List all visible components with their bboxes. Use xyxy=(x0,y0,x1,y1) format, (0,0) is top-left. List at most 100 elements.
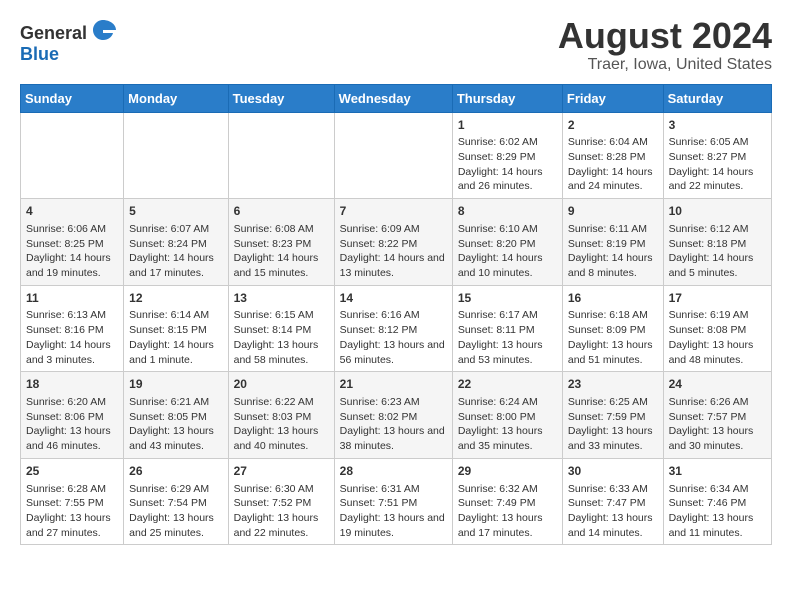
title-block: August 2024 Traer, Iowa, United States xyxy=(558,16,772,74)
day-info-line: Sunset: 7:47 PM xyxy=(568,496,658,511)
day-info-line: Daylight: 14 hours and 13 minutes. xyxy=(340,251,447,280)
day-info-line: Daylight: 13 hours and 51 minutes. xyxy=(568,338,658,367)
logo-icon xyxy=(89,16,117,49)
calendar-cell: 4Sunrise: 6:06 AMSunset: 8:25 PMDaylight… xyxy=(21,199,124,286)
day-info-line: Daylight: 13 hours and 58 minutes. xyxy=(234,338,329,367)
day-info-line: Sunrise: 6:07 AM xyxy=(129,222,222,237)
day-info-line: Sunset: 8:11 PM xyxy=(458,323,557,338)
day-info-line: Sunrise: 6:16 AM xyxy=(340,308,447,323)
day-info-line: Sunrise: 6:34 AM xyxy=(669,482,766,497)
day-info-line: Sunrise: 6:04 AM xyxy=(568,135,658,150)
day-info-line: Sunset: 8:05 PM xyxy=(129,410,222,425)
day-info-line: Daylight: 13 hours and 43 minutes. xyxy=(129,424,222,453)
calendar-cell: 29Sunrise: 6:32 AMSunset: 7:49 PMDayligh… xyxy=(452,458,562,545)
day-info-line: Sunrise: 6:21 AM xyxy=(129,395,222,410)
day-number: 15 xyxy=(458,290,557,307)
day-number: 18 xyxy=(26,376,118,393)
calendar-cell: 28Sunrise: 6:31 AMSunset: 7:51 PMDayligh… xyxy=(334,458,452,545)
day-info-line: Sunrise: 6:10 AM xyxy=(458,222,557,237)
day-number: 5 xyxy=(129,203,222,220)
day-number: 8 xyxy=(458,203,557,220)
day-info-line: Sunset: 8:19 PM xyxy=(568,237,658,252)
day-info-line: Sunset: 8:03 PM xyxy=(234,410,329,425)
day-info-line: Daylight: 14 hours and 8 minutes. xyxy=(568,251,658,280)
day-info-line: Sunrise: 6:02 AM xyxy=(458,135,557,150)
day-info-line: Daylight: 13 hours and 22 minutes. xyxy=(234,511,329,540)
day-number: 4 xyxy=(26,203,118,220)
calendar-cell xyxy=(228,112,334,199)
day-info-line: Sunset: 8:29 PM xyxy=(458,150,557,165)
day-number: 26 xyxy=(129,463,222,480)
logo-text-general: General xyxy=(20,24,87,42)
calendar-cell: 16Sunrise: 6:18 AMSunset: 8:09 PMDayligh… xyxy=(562,285,663,372)
day-info-line: Sunset: 8:12 PM xyxy=(340,323,447,338)
day-info-line: Daylight: 14 hours and 15 minutes. xyxy=(234,251,329,280)
day-info-line: Sunrise: 6:28 AM xyxy=(26,482,118,497)
day-info-line: Sunrise: 6:33 AM xyxy=(568,482,658,497)
day-number: 3 xyxy=(669,117,766,134)
day-info-line: Sunrise: 6:15 AM xyxy=(234,308,329,323)
calendar-cell: 3Sunrise: 6:05 AMSunset: 8:27 PMDaylight… xyxy=(663,112,771,199)
day-info-line: Sunset: 8:24 PM xyxy=(129,237,222,252)
calendar-cell: 18Sunrise: 6:20 AMSunset: 8:06 PMDayligh… xyxy=(21,372,124,459)
day-info-line: Sunset: 8:25 PM xyxy=(26,237,118,252)
calendar-body: 1Sunrise: 6:02 AMSunset: 8:29 PMDaylight… xyxy=(21,112,772,545)
calendar-week-3: 11Sunrise: 6:13 AMSunset: 8:16 PMDayligh… xyxy=(21,285,772,372)
calendar-cell xyxy=(21,112,124,199)
logo: General Blue xyxy=(20,16,117,63)
day-info-line: Sunset: 7:46 PM xyxy=(669,496,766,511)
day-info-line: Sunset: 7:52 PM xyxy=(234,496,329,511)
weekday-header-friday: Friday xyxy=(562,84,663,112)
calendar-cell: 30Sunrise: 6:33 AMSunset: 7:47 PMDayligh… xyxy=(562,458,663,545)
page-title: August 2024 xyxy=(558,16,772,56)
day-number: 14 xyxy=(340,290,447,307)
day-info-line: Sunrise: 6:31 AM xyxy=(340,482,447,497)
day-number: 25 xyxy=(26,463,118,480)
day-info-line: Daylight: 14 hours and 24 minutes. xyxy=(568,165,658,194)
calendar-cell: 21 Sunrise: 6:23 AMSunset: 8:02 PMDayligh… xyxy=(334,372,452,459)
day-number: 9 xyxy=(568,203,658,220)
day-info-line: Sunset: 7:54 PM xyxy=(129,496,222,511)
day-info-line: Sunrise: 6:08 AM xyxy=(234,222,329,237)
day-info-line: Sunrise: 6:17 AM xyxy=(458,308,557,323)
day-info-line: Sunset: 7:59 PM xyxy=(568,410,658,425)
calendar-cell: 19Sunrise: 6:21 AMSunset: 8:05 PMDayligh… xyxy=(124,372,228,459)
day-info-line: Daylight: 13 hours and 40 minutes. xyxy=(234,424,329,453)
calendar-cell: 26Sunrise: 6:29 AMSunset: 7:54 PMDayligh… xyxy=(124,458,228,545)
day-number: 12 xyxy=(129,290,222,307)
weekday-header-thursday: Thursday xyxy=(452,84,562,112)
calendar-header-row: SundayMondayTuesdayWednesdayThursdayFrid… xyxy=(21,84,772,112)
day-info-line: Sunset: 7:51 PM xyxy=(340,496,447,511)
calendar-cell: 2Sunrise: 6:04 AMSunset: 8:28 PMDaylight… xyxy=(562,112,663,199)
day-info-line: Daylight: 14 hours and 3 minutes. xyxy=(26,338,118,367)
calendar-cell: 8Sunrise: 6:10 AMSunset: 8:20 PMDaylight… xyxy=(452,199,562,286)
day-number: 2 xyxy=(568,117,658,134)
day-number: 29 xyxy=(458,463,557,480)
day-info-line: Sunset: 8:28 PM xyxy=(568,150,658,165)
day-info-line: Sunrise: 6:19 AM xyxy=(669,308,766,323)
day-info-line: Sunset: 8:15 PM xyxy=(129,323,222,338)
calendar-week-4: 18Sunrise: 6:20 AMSunset: 8:06 PMDayligh… xyxy=(21,372,772,459)
logo-text-blue: Blue xyxy=(20,45,59,63)
day-info-line: Sunset: 7:55 PM xyxy=(26,496,118,511)
day-info-line: Sunset: 8:02 PM xyxy=(340,410,447,425)
day-info-line: Sunrise: 6:26 AM xyxy=(669,395,766,410)
day-number: 31 xyxy=(669,463,766,480)
day-number: 21 xyxy=(340,376,447,393)
day-info-line: Sunrise: 6:18 AM xyxy=(568,308,658,323)
day-info-line: Sunrise: 6:23 AM xyxy=(340,395,447,410)
day-info-line: Daylight: 13 hours and 17 minutes. xyxy=(458,511,557,540)
day-info-line: Daylight: 13 hours and 38 minutes. xyxy=(340,424,447,453)
calendar-cell xyxy=(334,112,452,199)
day-number: 24 xyxy=(669,376,766,393)
day-number: 11 xyxy=(26,290,118,307)
day-info-line: Sunset: 8:09 PM xyxy=(568,323,658,338)
day-info-line: Sunrise: 6:32 AM xyxy=(458,482,557,497)
calendar-cell: 7Sunrise: 6:09 AMSunset: 8:22 PMDaylight… xyxy=(334,199,452,286)
calendar-cell xyxy=(124,112,228,199)
calendar-week-2: 4Sunrise: 6:06 AMSunset: 8:25 PMDaylight… xyxy=(21,199,772,286)
day-info-line: Daylight: 14 hours and 22 minutes. xyxy=(669,165,766,194)
day-info-line: Daylight: 13 hours and 33 minutes. xyxy=(568,424,658,453)
day-info-line: Sunrise: 6:13 AM xyxy=(26,308,118,323)
day-info-line: Sunset: 8:08 PM xyxy=(669,323,766,338)
